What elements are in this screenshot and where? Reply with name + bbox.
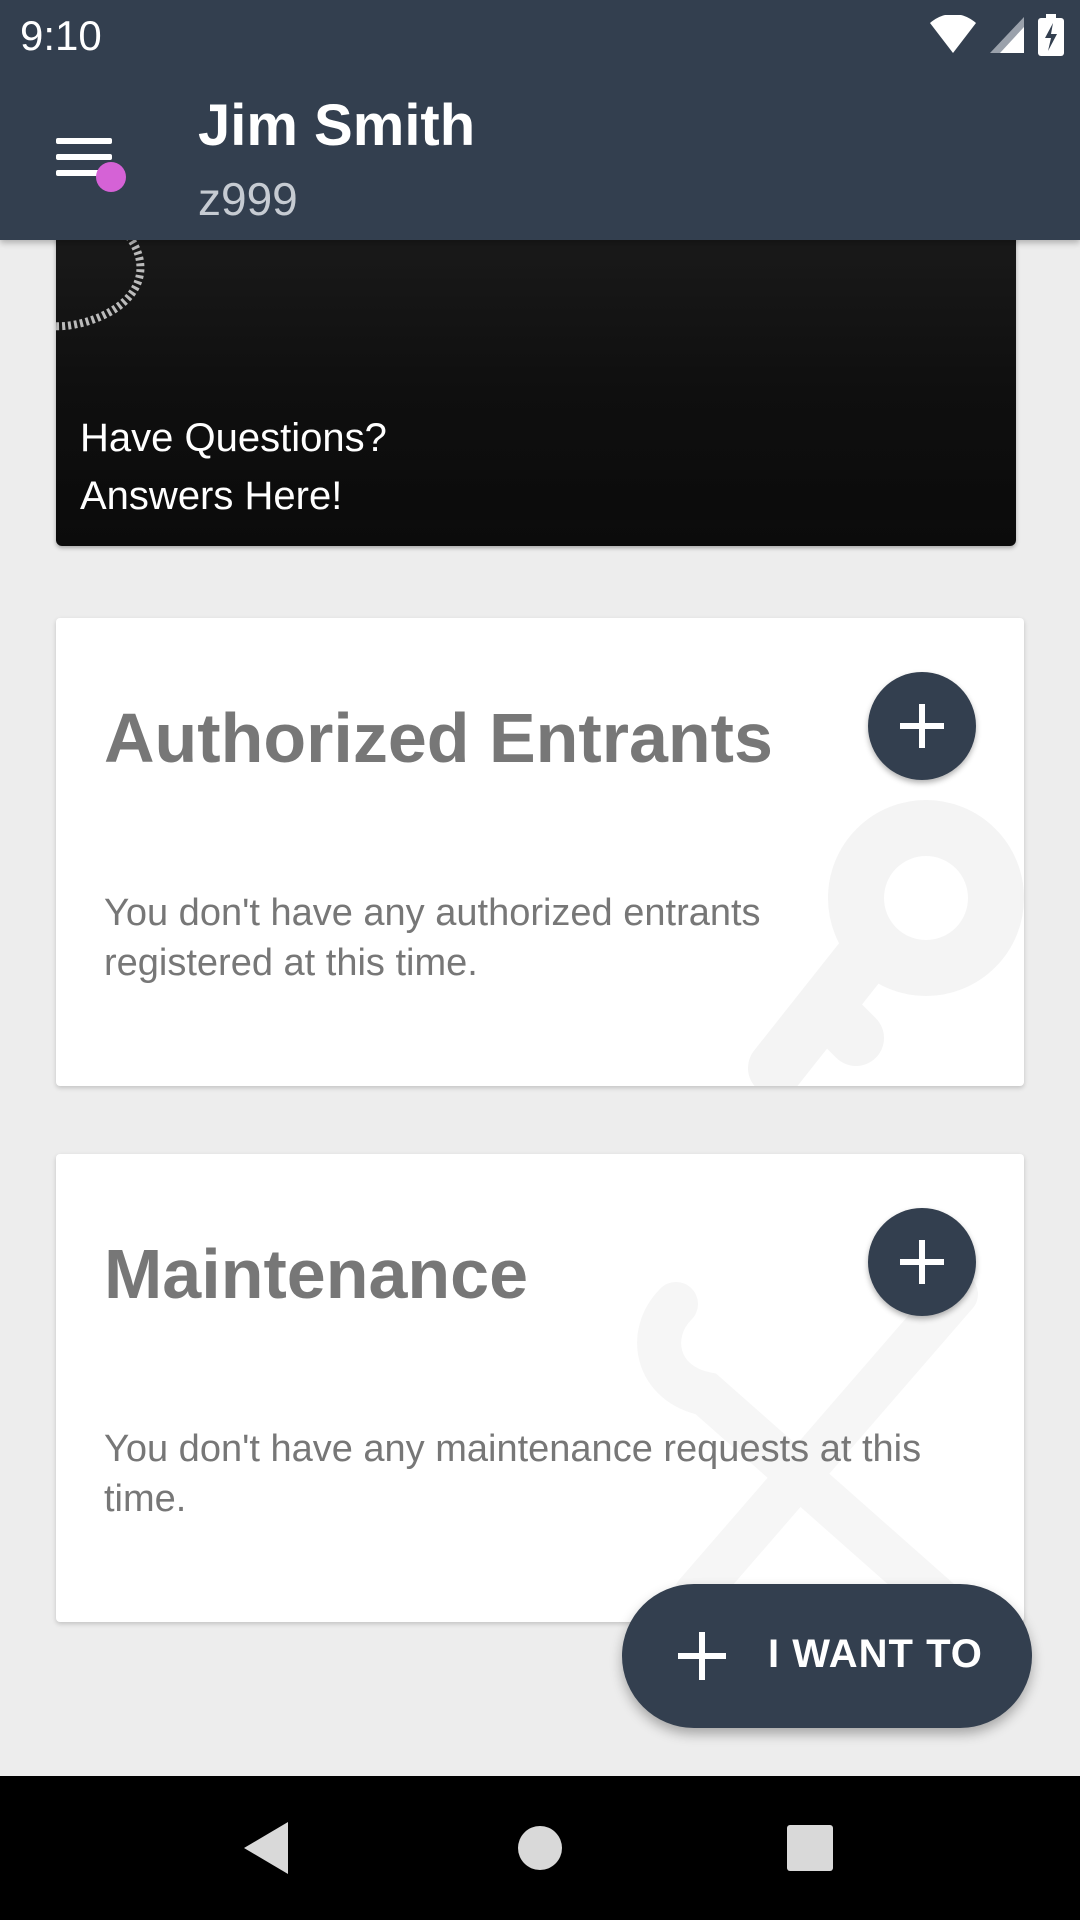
- hero-title-line2: Answers Here!: [80, 474, 343, 518]
- home-icon[interactable]: [517, 1825, 563, 1871]
- status-time: 9:10: [20, 12, 102, 59]
- menu-button[interactable]: [56, 130, 126, 200]
- back-icon[interactable]: [242, 1820, 292, 1876]
- card-empty-text: You don't have any authorized entrants r…: [104, 892, 761, 984]
- user-id: z999: [198, 173, 298, 225]
- card-empty-text: You don't have any maintenance requests …: [104, 1428, 922, 1520]
- menu-icon: [56, 138, 112, 144]
- add-entrant-button[interactable]: [868, 672, 976, 780]
- card-title: Maintenance: [104, 1235, 528, 1313]
- add-maintenance-button[interactable]: [868, 1208, 976, 1316]
- system-nav-bar: [0, 1776, 1080, 1920]
- screen: Have Questions? Answers Here! 9:10 Jim S…: [0, 0, 1080, 1920]
- battery-charging-icon: [1038, 14, 1064, 56]
- authorized-entrants-card: Authorized Entrants You don't have any a…: [56, 618, 1024, 1086]
- faq-banner[interactable]: Have Questions? Answers Here!: [56, 200, 1016, 546]
- menu-icon-line: [56, 170, 100, 176]
- signal-icon: [990, 17, 1024, 53]
- i-want-to-button[interactable]: I WANT TO: [622, 1584, 1032, 1728]
- hero-title-line1: Have Questions?: [80, 416, 387, 460]
- status-icons: [930, 14, 1064, 56]
- user-name: Jim Smith: [198, 93, 476, 158]
- maintenance-card: Maintenance You don't have any maintenan…: [56, 1154, 1024, 1622]
- app-header: 9:10 Jim Smith z999: [0, 0, 1080, 240]
- plus-icon: [900, 704, 944, 748]
- card-title: Authorized Entrants: [104, 699, 773, 777]
- plus-icon: [900, 1240, 944, 1284]
- notification-dot: [96, 162, 126, 192]
- wifi-icon: [930, 15, 976, 53]
- plus-icon: [678, 1632, 726, 1680]
- menu-icon-line: [56, 154, 112, 160]
- recents-icon[interactable]: [787, 1825, 833, 1871]
- fab-label: I WANT TO: [768, 1632, 983, 1676]
